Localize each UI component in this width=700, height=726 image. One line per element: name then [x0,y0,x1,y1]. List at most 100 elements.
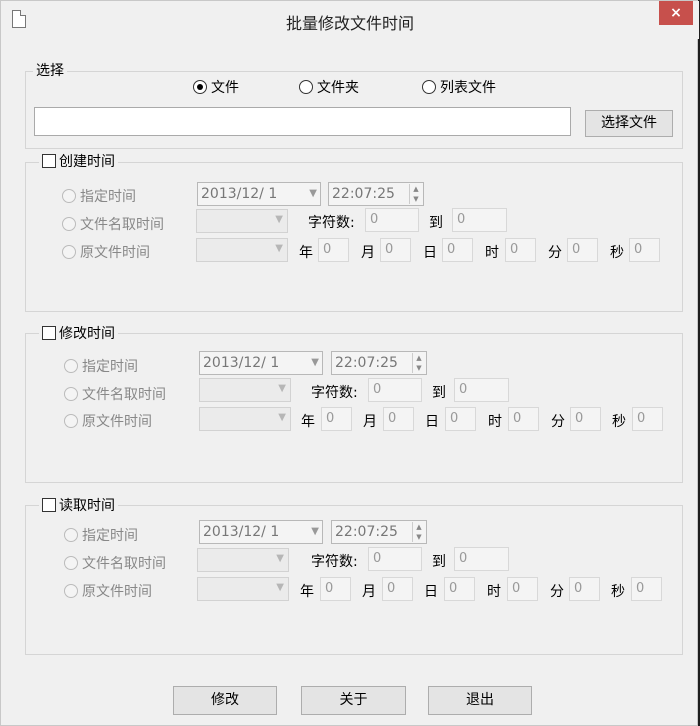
radio-icon [299,80,313,94]
close-button[interactable]: × [659,1,693,25]
create-char-from[interactable]: 0 [365,208,419,232]
create-char-to[interactable]: 0 [452,208,507,232]
modify-year-input[interactable]: 0 [321,407,352,431]
create-filename-combo[interactable]: ▼ [196,209,288,233]
read-day-input[interactable]: 0 [444,577,475,601]
read-time-spinner[interactable]: 22:07:25 ▲ ▼ [331,520,427,544]
window-title: 批量修改文件时间 [285,14,414,33]
create-day-label: 日 [423,245,437,261]
checkbox-icon [42,326,56,340]
radio-icon [64,528,78,542]
read-day-label: 日 [424,584,438,600]
read-to-label: 到 [432,554,446,570]
read-year-label: 年 [300,584,314,600]
create-year-input[interactable]: 0 [318,238,349,262]
modify-hour-input[interactable]: 0 [508,407,539,431]
read-original-combo[interactable]: ▼ [197,577,289,601]
radio-checked-icon [193,80,207,94]
read-radio-original[interactable]: 原文件时间 [64,581,152,601]
chevron-down-icon: ▼ [278,412,286,423]
modify-day-input[interactable]: 0 [445,407,476,431]
chevron-down-icon: ▼ [278,383,286,394]
read-second-input[interactable]: 0 [631,577,662,601]
choose-file-button[interactable]: 选择文件 [585,110,673,137]
modify-month-label: 月 [363,414,377,430]
chevron-down-icon: ▼ [311,526,319,537]
modify-hour-label: 时 [488,414,502,430]
read-minute-input[interactable]: 0 [569,577,600,601]
create-radio-specify[interactable]: 指定时间 [62,186,136,206]
modify-minute-input[interactable]: 0 [570,407,601,431]
read-char-to[interactable]: 0 [454,547,509,571]
read-char-from[interactable]: 0 [368,547,422,571]
create-month-input[interactable]: 0 [380,238,411,262]
dialog-window: 批量修改文件时间 × 选择 文件 文件夹 列表文件 选择文件 创建时间 指定时间… [0,0,699,726]
radio-icon [64,556,78,570]
about-button[interactable]: 关于 [301,686,406,715]
create-radio-filename[interactable]: 文件名取时间 [62,214,164,234]
create-second-input[interactable]: 0 [629,238,660,262]
modify-to-label: 到 [432,385,446,401]
exit-button[interactable]: 退出 [428,686,532,715]
read-radio-filename[interactable]: 文件名取时间 [64,553,166,573]
read-minute-label: 分 [550,584,564,600]
modify-second-label: 秒 [612,414,626,430]
create-year-label: 年 [299,245,313,261]
modify-time-checkbox[interactable]: 修改时间 [39,323,118,343]
modify-char-count-label: 字符数: [311,385,358,401]
spin-arrows-icon: ▲ ▼ [412,353,425,373]
read-year-input[interactable]: 0 [320,577,351,601]
read-month-input[interactable]: 0 [382,577,413,601]
modify-radio-filename[interactable]: 文件名取时间 [64,384,166,404]
radio-file[interactable]: 文件 [193,77,239,97]
path-input[interactable] [34,107,571,136]
radio-folder[interactable]: 文件夹 [299,77,359,97]
modify-second-input[interactable]: 0 [632,407,663,431]
modify-date-picker[interactable]: 2013/12/ 1 ▼ [199,351,323,375]
create-hour-input[interactable]: 0 [505,238,536,262]
create-month-label: 月 [361,245,375,261]
radio-icon [422,80,436,94]
modify-button[interactable]: 修改 [173,686,277,715]
modify-char-from[interactable]: 0 [368,378,422,402]
create-minute-label: 分 [548,245,562,261]
checkbox-icon [42,154,56,168]
title-bar: 批量修改文件时间 × [1,1,699,39]
radio-icon [62,189,76,203]
create-day-input[interactable]: 0 [442,238,473,262]
modify-original-combo[interactable]: ▼ [199,407,291,431]
spin-arrows-icon: ▲ ▼ [412,522,425,542]
read-time-checkbox[interactable]: 读取时间 [39,495,118,515]
read-hour-label: 时 [487,584,501,600]
create-radio-original[interactable]: 原文件时间 [62,242,150,262]
checkbox-icon [42,498,56,512]
modify-char-to[interactable]: 0 [454,378,509,402]
chevron-down-icon: ▼ [276,582,284,593]
read-second-label: 秒 [611,584,625,600]
radio-icon [64,387,78,401]
modify-radio-specify[interactable]: 指定时间 [64,356,138,376]
read-date-picker[interactable]: 2013/12/ 1 ▼ [199,520,323,544]
read-char-count-label: 字符数: [311,554,358,570]
create-original-combo[interactable]: ▼ [196,238,288,262]
modify-radio-original[interactable]: 原文件时间 [64,411,152,431]
modify-day-label: 日 [425,414,439,430]
modify-month-input[interactable]: 0 [383,407,414,431]
create-hour-label: 时 [485,245,499,261]
create-second-label: 秒 [610,245,624,261]
read-hour-input[interactable]: 0 [507,577,538,601]
select-group-legend: 选择 [33,60,67,80]
radio-list-file[interactable]: 列表文件 [422,77,496,97]
chevron-down-icon: ▼ [276,553,284,564]
read-radio-specify[interactable]: 指定时间 [64,525,138,545]
modify-time-spinner[interactable]: 22:07:25 ▲ ▼ [331,351,427,375]
modify-filename-combo[interactable]: ▼ [199,378,291,402]
create-date-picker[interactable]: 2013/12/ 1 ▼ [197,182,321,206]
read-filename-combo[interactable]: ▼ [197,548,289,572]
create-time-spinner[interactable]: 22:07:25 ▲ ▼ [328,182,424,206]
read-month-label: 月 [362,584,376,600]
chevron-down-icon: ▼ [309,188,317,199]
create-minute-input[interactable]: 0 [567,238,598,262]
create-time-checkbox[interactable]: 创建时间 [39,151,118,171]
spin-arrows-icon: ▲ ▼ [409,184,422,204]
